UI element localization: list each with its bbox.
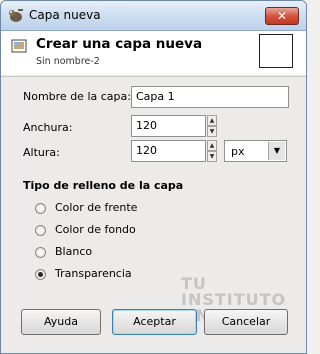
width-input[interactable]: 120	[131, 115, 206, 137]
gimp-icon	[9, 9, 23, 22]
layer-preview	[259, 34, 293, 68]
width-spinner[interactable]: ▲ ▼	[207, 115, 217, 137]
layer-icon	[11, 39, 27, 53]
window-title: Capa nueva	[29, 8, 101, 22]
width-label: Anchura:	[23, 121, 73, 134]
height-label: Altura:	[23, 146, 60, 159]
radio-label-background[interactable]: Color de fondo	[55, 223, 136, 236]
dialog-window: Capa nueva ✕ Crear una capa nueva Sin no…	[0, 0, 307, 354]
spin-up-icon[interactable]: ▲	[207, 140, 217, 151]
layer-name-label: Nombre de la capa:	[23, 90, 131, 103]
header-title: Crear una capa nueva	[36, 36, 203, 52]
header-divider	[1, 76, 306, 77]
fill-type-title: Tipo de relleno de la capa	[23, 179, 184, 192]
height-spinner[interactable]: ▲ ▼	[207, 140, 217, 162]
radio-transparency[interactable]	[35, 269, 46, 280]
spin-up-icon[interactable]: ▲	[207, 115, 217, 126]
layer-name-input[interactable]: Capa 1	[131, 86, 289, 108]
chevron-down-icon[interactable]: ▼	[268, 142, 285, 160]
radio-foreground[interactable]	[35, 203, 46, 214]
help-button[interactable]: Ayuda	[21, 309, 101, 335]
radio-label-foreground[interactable]: Color de frente	[55, 201, 137, 214]
radio-white[interactable]	[35, 247, 46, 258]
spin-down-icon[interactable]: ▼	[207, 151, 217, 162]
accept-button[interactable]: Aceptar	[112, 309, 197, 335]
unit-select[interactable]: px ▼	[224, 140, 287, 162]
cancel-button[interactable]: Cancelar	[204, 309, 288, 335]
height-input[interactable]: 120	[131, 140, 206, 162]
title-bar[interactable]: Capa nueva ✕	[1, 1, 306, 31]
close-button[interactable]: ✕	[265, 7, 299, 25]
spin-down-icon[interactable]: ▼	[207, 126, 217, 137]
radio-label-transparency[interactable]: Transparencia	[55, 267, 132, 280]
radio-label-white[interactable]: Blanco	[55, 245, 92, 258]
unit-value: px	[231, 145, 245, 158]
radio-background[interactable]	[35, 225, 46, 236]
header-subtitle: Sin nombre-2	[36, 56, 100, 67]
dialog-header: Crear una capa nueva Sin nombre-2	[1, 31, 306, 75]
